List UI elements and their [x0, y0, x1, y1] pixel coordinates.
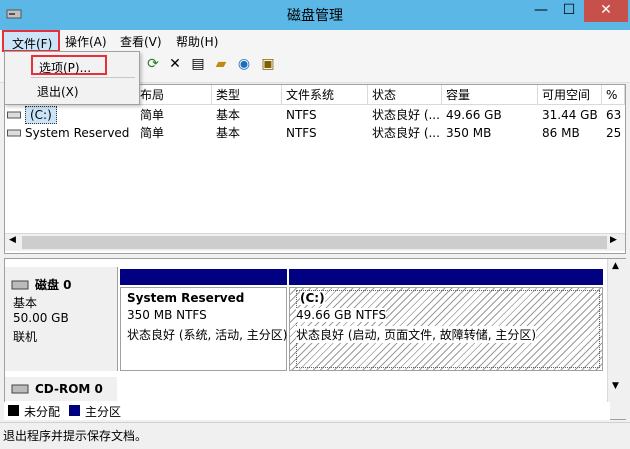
column-layout[interactable]: 布局 — [136, 85, 212, 105]
partition-c[interactable]: (C:) 49.66 GB NTFS 状态良好 (启动, 页面文件, 故障转储,… — [289, 287, 603, 371]
search-icon[interactable]: ◉ — [236, 56, 252, 72]
volume-icon — [7, 111, 21, 119]
partition-name: System Reserved — [127, 291, 245, 305]
partition-name: (C:) — [300, 291, 325, 305]
volume-percent: 25 — [606, 126, 622, 140]
disk-type: 基本 — [13, 296, 38, 310]
scroll-thumb[interactable] — [22, 236, 607, 249]
scroll-down-icon[interactable]: ▼ — [612, 381, 619, 391]
menu-action[interactable]: 操作(A) — [65, 33, 107, 50]
volume-free: 86 MB — [542, 126, 580, 140]
cdrom-icon — [11, 384, 29, 394]
menu-bar: 操作(A) 查看(V) 帮助(H) — [0, 30, 630, 52]
scroll-left-icon[interactable]: ◀ — [9, 235, 16, 245]
close-button[interactable]: ✕ — [584, 0, 628, 22]
status-bar: 退出程序并提示保存文档。 — [0, 422, 630, 449]
menu-file[interactable]: 文件(F) — [2, 30, 60, 52]
column-capacity[interactable]: 容量 — [442, 85, 538, 105]
volume-free: 31.44 GB — [542, 108, 598, 122]
partition-system-reserved[interactable]: System Reserved 350 MB NTFS 状态良好 (系统, 活动… — [120, 287, 287, 371]
volume-layout: 简单 — [140, 126, 165, 140]
menu-view[interactable]: 查看(V) — [120, 33, 162, 50]
legend-swatch-unallocated — [8, 405, 19, 416]
scroll-up-icon[interactable]: ▲ — [612, 261, 619, 271]
disk-size: 50.00 GB — [13, 311, 69, 325]
legend-swatch-primary — [69, 405, 80, 416]
disk-management-window: 磁盘管理 — ☐ ✕ 操作(A) 查看(V) 帮助(H) 文件(F) ⟳ ✕ ▤… — [0, 0, 630, 449]
volume-filesystem: NTFS — [286, 126, 317, 140]
volume-name: System Reserved — [25, 126, 130, 140]
partition-header-system-reserved — [120, 269, 287, 285]
vertical-scrollbar[interactable]: ▲ ▼ — [607, 259, 626, 419]
menu-item-options[interactable]: 选项(P)... — [31, 55, 107, 75]
scroll-right-icon[interactable]: ▶ — [610, 235, 617, 245]
column-free-space[interactable]: 可用空间 — [538, 85, 602, 105]
volume-capacity: 49.66 GB — [446, 108, 502, 122]
volume-list: 布局 类型 文件系统 状态 容量 可用空间 % (C:) 简单 基本 NTFS … — [4, 84, 626, 254]
volume-name: (C:) — [25, 106, 57, 124]
maximize-button[interactable]: ☐ — [556, 0, 582, 22]
menu-item-exit[interactable]: 退出(X) — [37, 83, 79, 100]
refresh-icon[interactable]: ⟳ — [145, 56, 161, 72]
disk-state: 联机 — [13, 330, 38, 344]
volume-icon — [7, 129, 21, 137]
file-dropdown-menu: 选项(P)... 退出(X) — [4, 51, 140, 105]
column-filesystem[interactable]: 文件系统 — [282, 85, 368, 105]
partition-header-c — [289, 269, 603, 285]
volume-type: 基本 — [216, 108, 241, 122]
volume-status: 状态良好 (... — [372, 108, 440, 122]
menu-help[interactable]: 帮助(H) — [176, 33, 218, 50]
minimize-button[interactable]: — — [528, 0, 554, 22]
title-bar[interactable]: 磁盘管理 — ☐ ✕ — [0, 0, 630, 30]
partition-status: 状态良好 (启动, 页面文件, 故障转储, 主分区) — [296, 326, 537, 343]
partition-size: 49.66 GB NTFS — [296, 308, 387, 322]
legend-primary: 主分区 — [85, 405, 122, 419]
open-folder-icon[interactable]: ▰ — [213, 56, 229, 72]
disk-graphical-view: 磁盘 0 基本 50.00 GB 联机 System Reserved 350 … — [4, 258, 626, 420]
volume-layout: 简单 — [140, 108, 165, 122]
column-status[interactable]: 状态 — [368, 85, 442, 105]
properties-icon[interactable]: ▤ — [190, 56, 206, 72]
volume-percent: 63 — [606, 108, 622, 122]
disk-name: 磁盘 0 — [35, 278, 72, 292]
legend: 未分配 主分区 — [4, 402, 610, 420]
partition-size: 350 MB NTFS — [127, 308, 207, 322]
help-icon[interactable]: ▣ — [260, 56, 276, 72]
disk-0-label[interactable]: 磁盘 0 基本 50.00 GB 联机 — [5, 267, 118, 371]
legend-unallocated: 未分配 — [24, 405, 61, 419]
volume-filesystem: NTFS — [286, 108, 317, 122]
column-type[interactable]: 类型 — [212, 85, 282, 105]
status-text: 退出程序并提示保存文档。 — [3, 429, 148, 443]
volume-type: 基本 — [216, 126, 241, 140]
cdrom-0-label[interactable]: CD-ROM 0 — [5, 377, 117, 401]
column-percent[interactable]: % — [602, 85, 625, 105]
horizontal-scrollbar[interactable]: ◀ ▶ — [5, 233, 625, 251]
menu-item-options-label: 选项(P)... — [39, 61, 92, 75]
volume-capacity: 350 MB — [446, 126, 492, 140]
cdrom-name: CD-ROM 0 — [35, 382, 103, 396]
menu-file-label: 文件(F) — [12, 37, 53, 51]
volume-status: 状态良好 (... — [372, 126, 440, 140]
partition-status: 状态良好 (系统, 活动, 主分区) — [127, 328, 288, 342]
disk-icon — [11, 280, 29, 290]
delete-icon[interactable]: ✕ — [167, 56, 183, 72]
menu-separator — [31, 77, 135, 78]
